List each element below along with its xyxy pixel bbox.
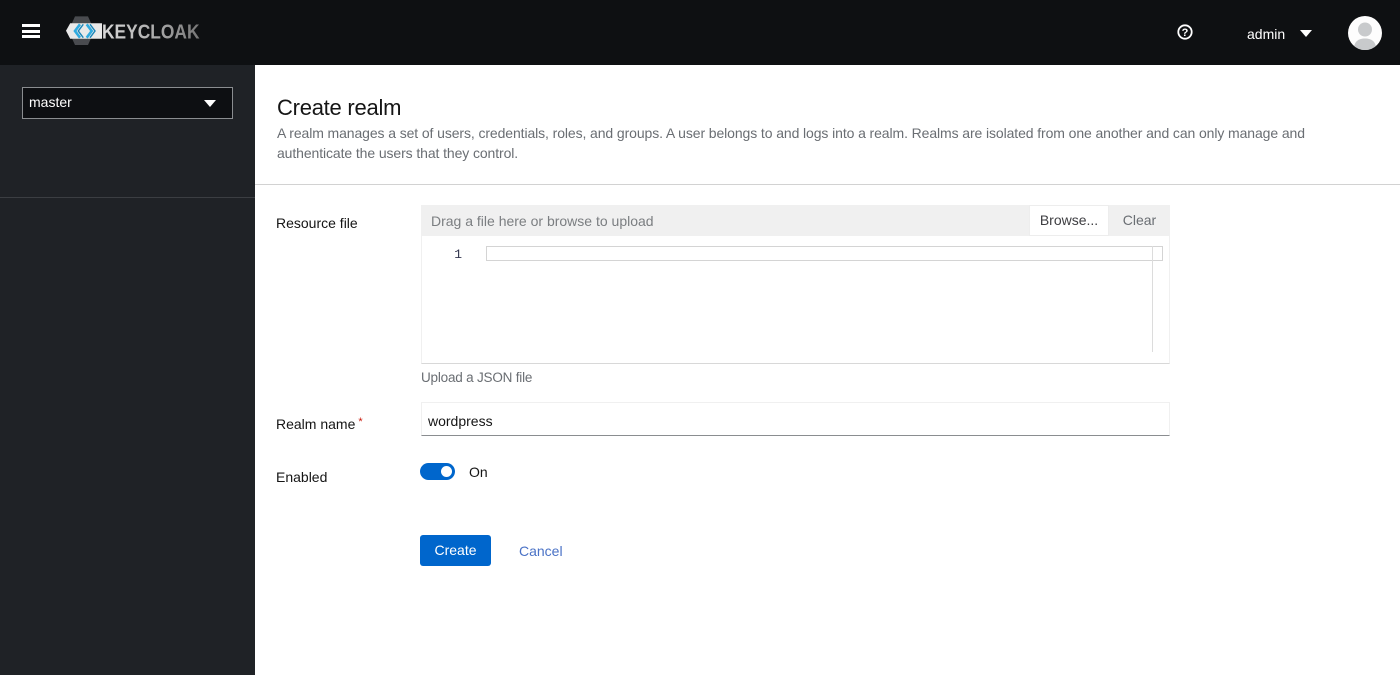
svg-text:?: ? — [1182, 27, 1189, 39]
svg-text:KEYCLOAK: KEYCLOAK — [102, 20, 200, 43]
